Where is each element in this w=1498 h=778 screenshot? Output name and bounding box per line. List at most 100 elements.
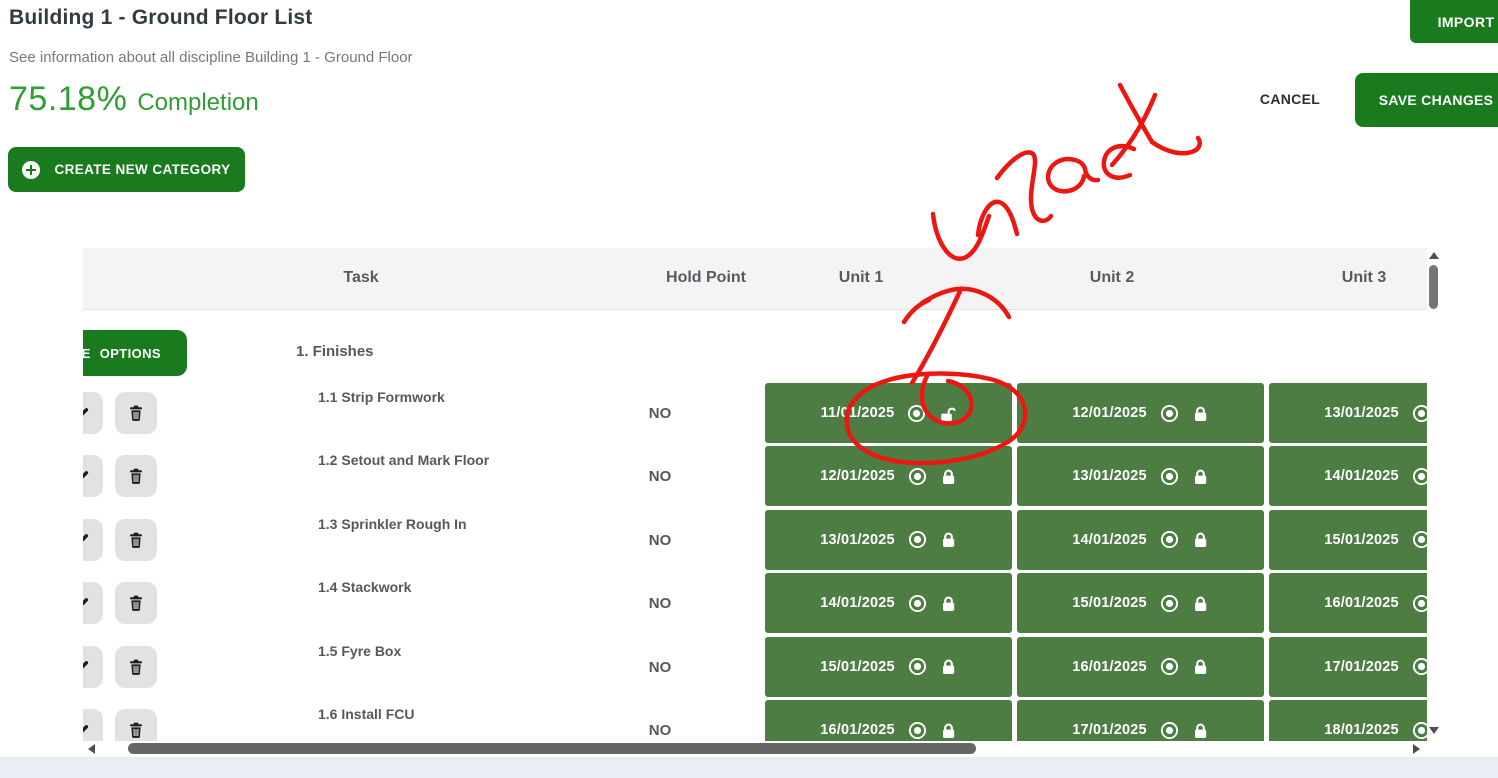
delete-task-button[interactable] bbox=[115, 646, 157, 688]
cancel-button[interactable]: CANCEL bbox=[1258, 85, 1322, 113]
unit-2-date-cell[interactable]: 14/01/2025 bbox=[1017, 510, 1264, 570]
unit-2-date-cell[interactable]: 17/01/2025 bbox=[1017, 700, 1264, 741]
vertical-scrollbar-thumb[interactable] bbox=[1429, 265, 1438, 309]
save-changes-button[interactable]: SAVE CHANGES bbox=[1355, 73, 1498, 127]
horizontal-scrollbar[interactable] bbox=[83, 741, 1427, 757]
trash-icon[interactable] bbox=[129, 405, 143, 421]
hold-point-value: NO bbox=[630, 722, 690, 739]
cell-date: 17/01/2025 bbox=[1072, 722, 1147, 738]
pencil-icon[interactable] bbox=[83, 406, 90, 421]
unit-3-date-cell[interactable]: 13/01/2025 bbox=[1269, 383, 1427, 443]
unit-1-date-cell[interactable]: 14/01/2025 bbox=[765, 573, 1012, 633]
radio-icon[interactable] bbox=[908, 721, 927, 740]
unit-1-date-cell[interactable]: 16/01/2025 bbox=[765, 700, 1012, 741]
radio-icon[interactable] bbox=[1412, 530, 1427, 549]
radio-icon[interactable] bbox=[1412, 721, 1427, 740]
lock-icon[interactable] bbox=[940, 722, 957, 739]
unit-3-date-cell[interactable]: 14/01/2025 bbox=[1269, 446, 1427, 506]
unit-3-date-cell[interactable]: 15/01/2025 bbox=[1269, 510, 1427, 570]
radio-icon[interactable] bbox=[1160, 594, 1179, 613]
radio-icon[interactable] bbox=[908, 594, 927, 613]
lock-icon[interactable] bbox=[1192, 531, 1209, 548]
scroll-left-icon[interactable] bbox=[88, 744, 95, 754]
import-button[interactable]: IMPORT bbox=[1410, 0, 1498, 43]
options-label: OPTIONS bbox=[100, 346, 161, 361]
edit-task-button[interactable] bbox=[83, 392, 103, 434]
unit-2-date-cell[interactable]: 16/01/2025 bbox=[1017, 637, 1264, 697]
edit-task-button[interactable] bbox=[83, 646, 103, 688]
scroll-right-icon[interactable] bbox=[1413, 744, 1420, 754]
pencil-icon[interactable] bbox=[83, 469, 90, 484]
annotation-letter-k3 bbox=[1152, 138, 1200, 153]
options-button[interactable]: E OPTIONS bbox=[83, 330, 187, 376]
delete-task-button[interactable] bbox=[115, 392, 157, 434]
radio-icon[interactable] bbox=[1160, 404, 1179, 423]
trash-icon[interactable] bbox=[129, 595, 143, 611]
trash-icon[interactable] bbox=[129, 659, 143, 675]
radio-icon[interactable] bbox=[1160, 530, 1179, 549]
unit-2-date-cell[interactable]: 13/01/2025 bbox=[1017, 446, 1264, 506]
trash-icon[interactable] bbox=[129, 722, 143, 738]
radio-icon[interactable] bbox=[908, 657, 927, 676]
scroll-up-icon[interactable] bbox=[1429, 252, 1439, 259]
lock-icon[interactable] bbox=[1192, 468, 1209, 485]
horizontal-scrollbar-thumb[interactable] bbox=[128, 743, 976, 754]
hold-point-value: NO bbox=[630, 532, 690, 549]
edit-task-button[interactable] bbox=[83, 455, 103, 497]
task-label: 1.3 Sprinkler Rough In bbox=[318, 516, 467, 532]
lock-icon[interactable] bbox=[940, 595, 957, 612]
unit-3-date-cell[interactable]: 17/01/2025 bbox=[1269, 637, 1427, 697]
radio-icon[interactable] bbox=[1160, 467, 1179, 486]
unlock-icon[interactable] bbox=[939, 405, 956, 422]
lock-icon[interactable] bbox=[1192, 405, 1209, 422]
delete-task-button[interactable] bbox=[115, 709, 157, 741]
radio-icon[interactable] bbox=[908, 530, 927, 549]
lock-icon[interactable] bbox=[1192, 722, 1209, 739]
pencil-icon[interactable] bbox=[83, 596, 90, 611]
delete-task-button[interactable] bbox=[115, 519, 157, 561]
annotation-letter-k2 bbox=[1112, 95, 1155, 165]
unit-3-date-cell[interactable]: 18/01/2025 bbox=[1269, 700, 1427, 741]
unit-2-date-cell[interactable]: 15/01/2025 bbox=[1017, 573, 1264, 633]
lock-icon[interactable] bbox=[940, 531, 957, 548]
vertical-scrollbar[interactable] bbox=[1427, 250, 1441, 742]
edit-task-button[interactable] bbox=[83, 709, 103, 741]
radio-icon[interactable] bbox=[907, 404, 926, 423]
radio-icon[interactable] bbox=[1412, 657, 1427, 676]
unit-2-date-cell[interactable]: 12/01/2025 bbox=[1017, 383, 1264, 443]
unit-1-date-cell[interactable]: 12/01/2025 bbox=[765, 446, 1012, 506]
cell-date: 13/01/2025 bbox=[1072, 468, 1147, 484]
trash-icon[interactable] bbox=[129, 532, 143, 548]
radio-icon[interactable] bbox=[1412, 467, 1427, 486]
radio-icon[interactable] bbox=[1160, 657, 1179, 676]
scroll-down-icon[interactable] bbox=[1429, 727, 1439, 734]
create-new-category-button[interactable]: CREATE NEW CATEGORY bbox=[8, 147, 245, 192]
lock-icon[interactable] bbox=[1192, 658, 1209, 675]
cell-date: 11/01/2025 bbox=[821, 405, 895, 421]
radio-icon[interactable] bbox=[1412, 594, 1427, 613]
edit-task-button[interactable] bbox=[83, 582, 103, 624]
radio-icon[interactable] bbox=[908, 467, 927, 486]
pencil-icon[interactable] bbox=[83, 532, 90, 547]
unit-1-date-cell[interactable]: 13/01/2025 bbox=[765, 510, 1012, 570]
lock-icon[interactable] bbox=[940, 468, 957, 485]
unit-1-date-cell[interactable]: 11/01/2025 bbox=[765, 383, 1012, 443]
task-label: 1.4 Stackwork bbox=[318, 579, 411, 595]
delete-task-button[interactable] bbox=[115, 582, 157, 624]
lock-icon[interactable] bbox=[940, 658, 957, 675]
delete-task-button[interactable] bbox=[115, 455, 157, 497]
edit-task-button[interactable] bbox=[83, 519, 103, 561]
unit-3-date-cell[interactable]: 16/01/2025 bbox=[1269, 573, 1427, 633]
pencil-icon[interactable] bbox=[83, 659, 90, 674]
pencil-icon[interactable] bbox=[83, 723, 90, 738]
trash-icon[interactable] bbox=[129, 468, 143, 484]
unit-1-date-cell[interactable]: 15/01/2025 bbox=[765, 637, 1012, 697]
cell-date: 14/01/2025 bbox=[1072, 532, 1147, 548]
page-title: Building 1 - Ground Floor List bbox=[9, 6, 312, 30]
cell-date: 13/01/2025 bbox=[1324, 405, 1399, 421]
lock-icon[interactable] bbox=[1192, 595, 1209, 612]
cell-date: 17/01/2025 bbox=[1324, 659, 1399, 675]
radio-icon[interactable] bbox=[1412, 404, 1427, 423]
cell-date: 13/01/2025 bbox=[820, 532, 895, 548]
radio-icon[interactable] bbox=[1160, 721, 1179, 740]
